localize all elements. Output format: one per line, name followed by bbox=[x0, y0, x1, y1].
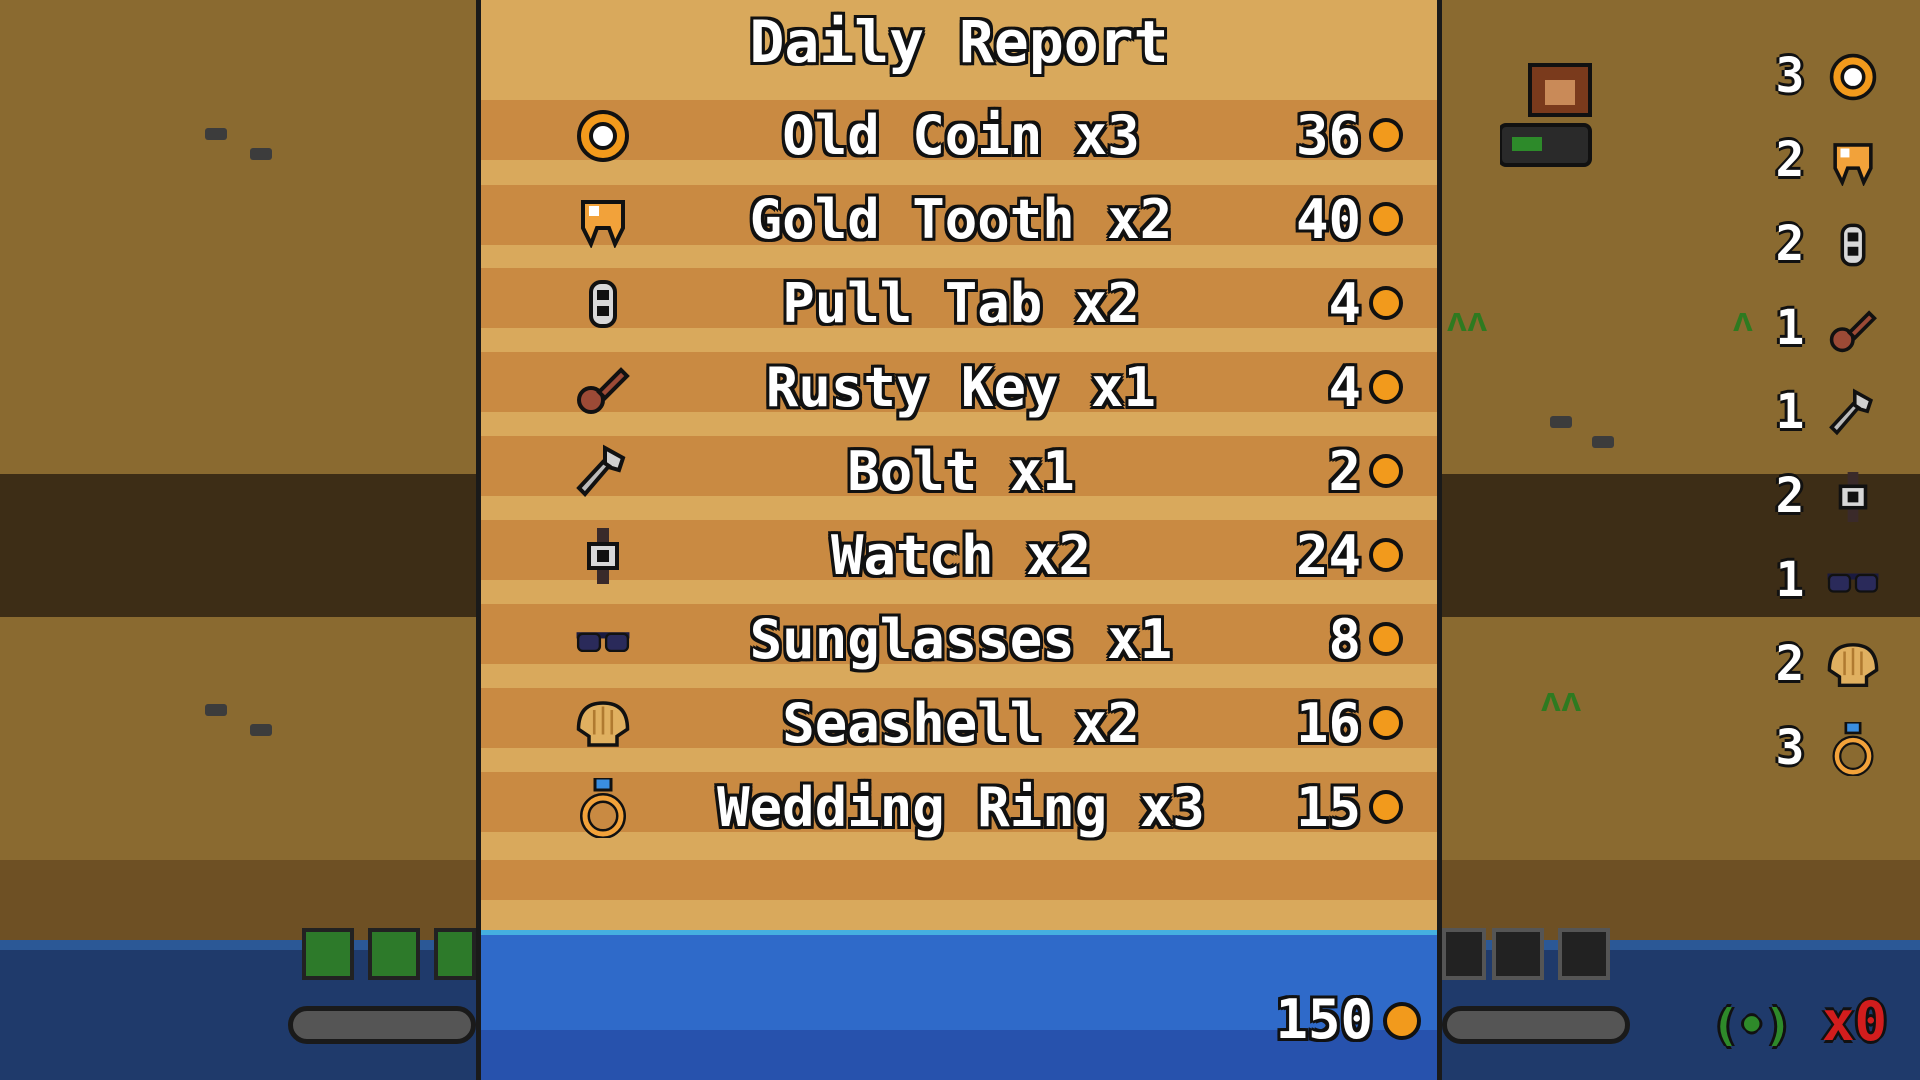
inventory-slot: 2 bbox=[1770, 466, 1900, 526]
inventory-count: 1 bbox=[1775, 300, 1805, 356]
report-row-watch: Watch x2 24 bbox=[481, 526, 1437, 586]
sunglasses-icon bbox=[575, 614, 631, 666]
combo-multiplier: x0 bbox=[1822, 990, 1888, 1053]
item-label: Bolt x1 bbox=[847, 440, 1075, 503]
item-label: Pull Tab x2 bbox=[782, 272, 1140, 335]
seashell-icon bbox=[1826, 640, 1880, 690]
inventory-slot: 1 bbox=[1770, 298, 1900, 358]
coin-icon bbox=[1369, 790, 1403, 824]
item-value: 16 bbox=[1295, 692, 1361, 755]
coin-icon bbox=[1369, 538, 1403, 572]
report-row-pull-tab: Pull Tab x2 4 bbox=[481, 274, 1437, 334]
gamepad-icon: (•) bbox=[1712, 1000, 1792, 1051]
report-row-wedding-ring: Wedding Ring x3 15 bbox=[481, 778, 1437, 838]
old-coin-icon bbox=[575, 110, 631, 162]
inventory-slot: 2 bbox=[1770, 634, 1900, 694]
rusty-key-icon bbox=[1826, 304, 1880, 354]
coin-icon bbox=[1369, 202, 1403, 236]
player-character bbox=[1498, 55, 1620, 175]
hud-slot-filled bbox=[302, 928, 354, 980]
rock bbox=[1592, 436, 1614, 448]
report-row-sunglasses: Sunglasses x1 8 bbox=[481, 610, 1437, 670]
item-label: Watch x2 bbox=[830, 524, 1092, 587]
rock bbox=[205, 704, 227, 716]
daily-report-panel: Daily Report Old Coin x3 36 Gold Tooth x… bbox=[476, 0, 1442, 1080]
gold-tooth-icon bbox=[575, 194, 631, 248]
old-coin-icon bbox=[1826, 52, 1880, 102]
inventory-slot: 3 bbox=[1770, 718, 1900, 778]
rock bbox=[250, 724, 272, 736]
coin-icon bbox=[1369, 706, 1403, 740]
hud-slot-filled bbox=[368, 928, 420, 980]
report-row-seashell: Seashell x2 16 bbox=[481, 694, 1437, 754]
hud-stamina-bar bbox=[1442, 1006, 1630, 1044]
item-label: Gold Tooth x2 bbox=[749, 188, 1173, 251]
hud-stamina-bar bbox=[288, 1006, 476, 1044]
grass-tuft: ᴧ bbox=[1732, 300, 1753, 340]
pull-tab-icon bbox=[1826, 220, 1880, 270]
report-row-rusty-key: Rusty Key x1 4 bbox=[481, 358, 1437, 418]
bolt-icon bbox=[575, 444, 631, 498]
inventory-slot: 1 bbox=[1770, 550, 1900, 610]
coin-icon bbox=[1369, 118, 1403, 152]
inventory-count: 1 bbox=[1775, 552, 1805, 608]
dark-path bbox=[0, 474, 476, 617]
rusty-key-icon bbox=[575, 362, 631, 414]
inventory-count: 3 bbox=[1775, 48, 1805, 104]
game-world-left bbox=[0, 0, 476, 1080]
item-label: Sunglasses x1 bbox=[749, 608, 1173, 671]
coin-icon bbox=[1369, 370, 1403, 404]
report-row-bolt: Bolt x1 2 bbox=[481, 442, 1437, 502]
total-value: 150 bbox=[1275, 988, 1373, 1051]
inventory-count: 3 bbox=[1775, 720, 1805, 776]
gold-tooth-icon bbox=[1826, 136, 1880, 186]
inventory-slot: 2 bbox=[1770, 130, 1900, 190]
report-title: Daily Report bbox=[749, 8, 1169, 76]
wedding-ring-icon bbox=[575, 778, 631, 838]
item-label: Wedding Ring x3 bbox=[717, 776, 1205, 839]
hud-slot-filled bbox=[434, 928, 476, 980]
rock bbox=[250, 148, 272, 160]
report-row-old-coin: Old Coin x3 36 bbox=[481, 106, 1437, 166]
item-value: 15 bbox=[1295, 776, 1361, 839]
inventory-count: 2 bbox=[1775, 132, 1805, 188]
item-value: 36 bbox=[1295, 104, 1361, 167]
watch-icon bbox=[575, 528, 631, 584]
inventory-slot: 2 bbox=[1770, 214, 1900, 274]
rock bbox=[1550, 416, 1572, 428]
coin-icon bbox=[1369, 286, 1403, 320]
rock bbox=[205, 128, 227, 140]
watch-icon bbox=[1826, 472, 1880, 522]
hud-slot-empty bbox=[1558, 928, 1610, 980]
inventory-count: 1 bbox=[1775, 384, 1805, 440]
inventory-slot: 3 bbox=[1770, 46, 1900, 106]
hud-slot-empty bbox=[1492, 928, 1544, 980]
wedding-ring-icon bbox=[1826, 722, 1880, 776]
hud-slot-empty bbox=[1442, 928, 1486, 980]
item-value: 2 bbox=[1328, 440, 1361, 503]
item-value: 4 bbox=[1328, 356, 1361, 419]
item-label: Old Coin x3 bbox=[782, 104, 1140, 167]
pull-tab-icon bbox=[575, 278, 631, 330]
item-value: 40 bbox=[1295, 188, 1361, 251]
item-label: Seashell x2 bbox=[782, 692, 1140, 755]
bolt-icon bbox=[1826, 388, 1880, 438]
coin-icon bbox=[1369, 622, 1403, 656]
coin-icon bbox=[1383, 1002, 1421, 1040]
item-label: Rusty Key x1 bbox=[765, 356, 1157, 419]
seashell-icon bbox=[575, 698, 631, 750]
item-value: 24 bbox=[1295, 524, 1361, 587]
item-value: 4 bbox=[1328, 272, 1361, 335]
sunglasses-icon bbox=[1826, 556, 1880, 606]
inventory-count: 2 bbox=[1775, 216, 1805, 272]
coin-icon bbox=[1369, 454, 1403, 488]
item-value: 8 bbox=[1328, 608, 1361, 671]
report-row-gold-tooth: Gold Tooth x2 40 bbox=[481, 190, 1437, 250]
inventory-slot: 1 bbox=[1770, 382, 1900, 442]
grass-tuft: ᴧᴧ bbox=[1540, 680, 1581, 720]
report-total: 150 bbox=[1271, 990, 1431, 1050]
inventory-count: 2 bbox=[1775, 636, 1805, 692]
grass-tuft: ᴧᴧ bbox=[1446, 300, 1487, 340]
inventory-count: 2 bbox=[1775, 468, 1805, 524]
